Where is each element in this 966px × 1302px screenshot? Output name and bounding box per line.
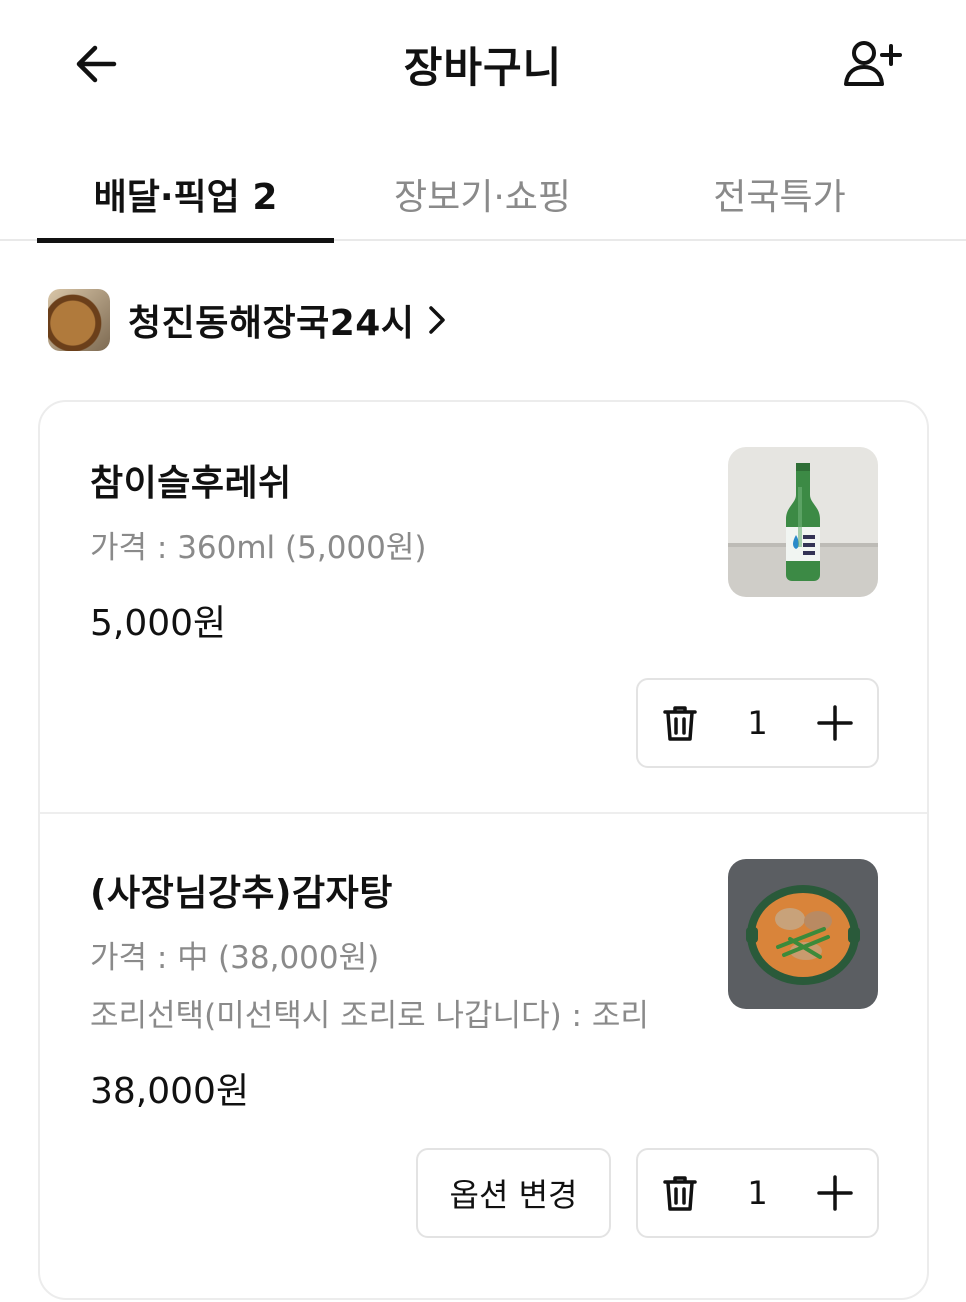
item-option: 조리선택(미선택시 조리로 나갑니다) : 조리	[90, 998, 649, 1034]
delete-button[interactable]	[658, 701, 702, 745]
page-title: 장바구니	[403, 43, 563, 92]
store-link[interactable]: 청진동해장국24시	[48, 288, 448, 352]
invite-button[interactable]	[840, 38, 904, 90]
store-name: 청진동해장국24시	[128, 303, 415, 344]
cart-card: 참이슬후레쉬 가격 : 360ml (5,000원) 5,000원 1 (사장님…	[38, 400, 929, 1300]
increase-button[interactable]	[813, 1171, 857, 1215]
tab-bar: 배달·픽업 2 장보기·쇼핑 전국특가	[0, 140, 966, 243]
item-price: 38,000원	[90, 1071, 250, 1112]
quantity-stepper: 1	[636, 1148, 879, 1238]
item-option: 가격 : 中 (38,000원)	[90, 940, 380, 976]
item-image-gamjatang	[728, 859, 878, 1009]
chevron-right-icon	[426, 304, 448, 336]
plus-icon	[817, 1175, 853, 1211]
tab-grocery-shopping[interactable]: 장보기·쇼핑	[334, 168, 631, 241]
increase-button[interactable]	[813, 701, 857, 745]
quantity-value: 1	[747, 704, 768, 742]
cart-item: 참이슬후레쉬 가격 : 360ml (5,000원) 5,000원 1	[40, 402, 927, 812]
top-bar: 장바구니	[0, 0, 966, 125]
tab-nationwide-deals[interactable]: 전국특가	[631, 168, 928, 241]
item-image-soju	[728, 447, 878, 597]
item-price: 5,000원	[90, 603, 227, 644]
plus-icon	[817, 705, 853, 741]
item-option: 가격 : 360ml (5,000원)	[90, 530, 427, 566]
trash-icon	[663, 1176, 697, 1211]
delete-button[interactable]	[658, 1171, 702, 1215]
item-name: 참이슬후레쉬	[90, 463, 292, 504]
quantity-value: 1	[747, 1174, 768, 1212]
cart-item: (사장님강추)감자탕 가격 : 中 (38,000원) 조리선택(미선택시 조리…	[40, 812, 927, 1302]
tab-delivery-pickup[interactable]: 배달·픽업 2	[37, 168, 334, 243]
store-thumbnail	[48, 289, 110, 351]
quantity-stepper: 1	[636, 678, 879, 768]
change-option-button[interactable]: 옵션 변경	[416, 1148, 611, 1238]
item-name: (사장님강추)감자탕	[90, 873, 393, 914]
trash-icon	[663, 706, 697, 741]
add-person-icon	[844, 41, 902, 86]
